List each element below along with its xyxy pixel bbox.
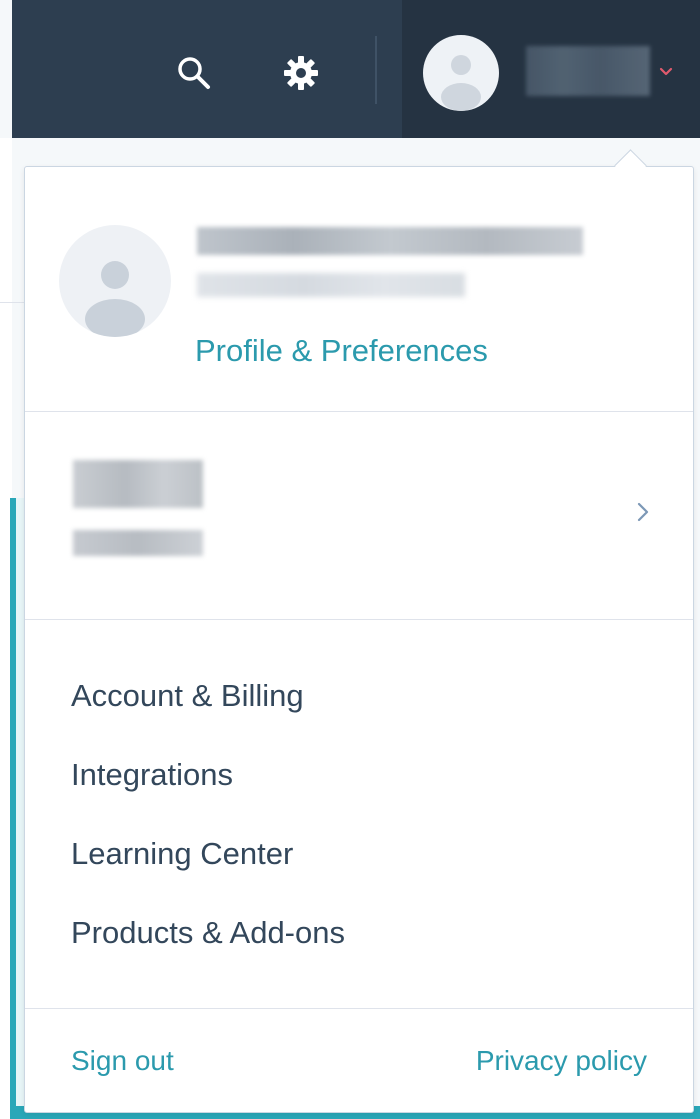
- chevron-down-icon: [659, 67, 673, 76]
- avatar-icon: [441, 55, 481, 111]
- account-switcher[interactable]: [25, 412, 693, 620]
- top-navbar: [12, 0, 700, 138]
- menu-item-integrations[interactable]: Integrations: [71, 757, 233, 793]
- background-divider: [0, 302, 24, 303]
- profile-avatar: [59, 225, 171, 337]
- search-icon: [178, 57, 210, 89]
- dropdown-footer: Sign out Privacy policy: [25, 1009, 693, 1112]
- menu-item-products-addons[interactable]: Products & Add-ons: [71, 915, 345, 951]
- menu-item-learning-center[interactable]: Learning Center: [71, 836, 293, 872]
- gear-icon: [284, 56, 318, 90]
- account-menu-toggle[interactable]: [656, 64, 676, 80]
- menu-item-account-billing[interactable]: Account & Billing: [71, 678, 304, 714]
- account-id-redacted: [73, 530, 203, 556]
- chevron-right-icon: [637, 502, 649, 522]
- account-dropdown: Profile & Preferences Account & Billing …: [24, 166, 694, 1113]
- account-menu-list: Account & Billing Integrations Learning …: [25, 620, 693, 1009]
- user-avatar-button[interactable]: [423, 35, 499, 111]
- account-switcher-chevron: [631, 498, 655, 526]
- username-redacted[interactable]: [526, 46, 650, 96]
- search-button[interactable]: [167, 46, 221, 100]
- navbar-divider: [375, 36, 377, 104]
- profile-email-redacted: [197, 273, 465, 297]
- profile-name-redacted: [197, 227, 583, 255]
- privacy-policy-link[interactable]: Privacy policy: [476, 1045, 647, 1077]
- account-name-redacted: [73, 460, 203, 508]
- profile-preferences-link[interactable]: Profile & Preferences: [195, 333, 488, 369]
- avatar-icon: [85, 261, 145, 337]
- sign-out-link[interactable]: Sign out: [71, 1045, 174, 1077]
- profile-section: Profile & Preferences: [25, 167, 693, 412]
- settings-button[interactable]: [274, 46, 328, 100]
